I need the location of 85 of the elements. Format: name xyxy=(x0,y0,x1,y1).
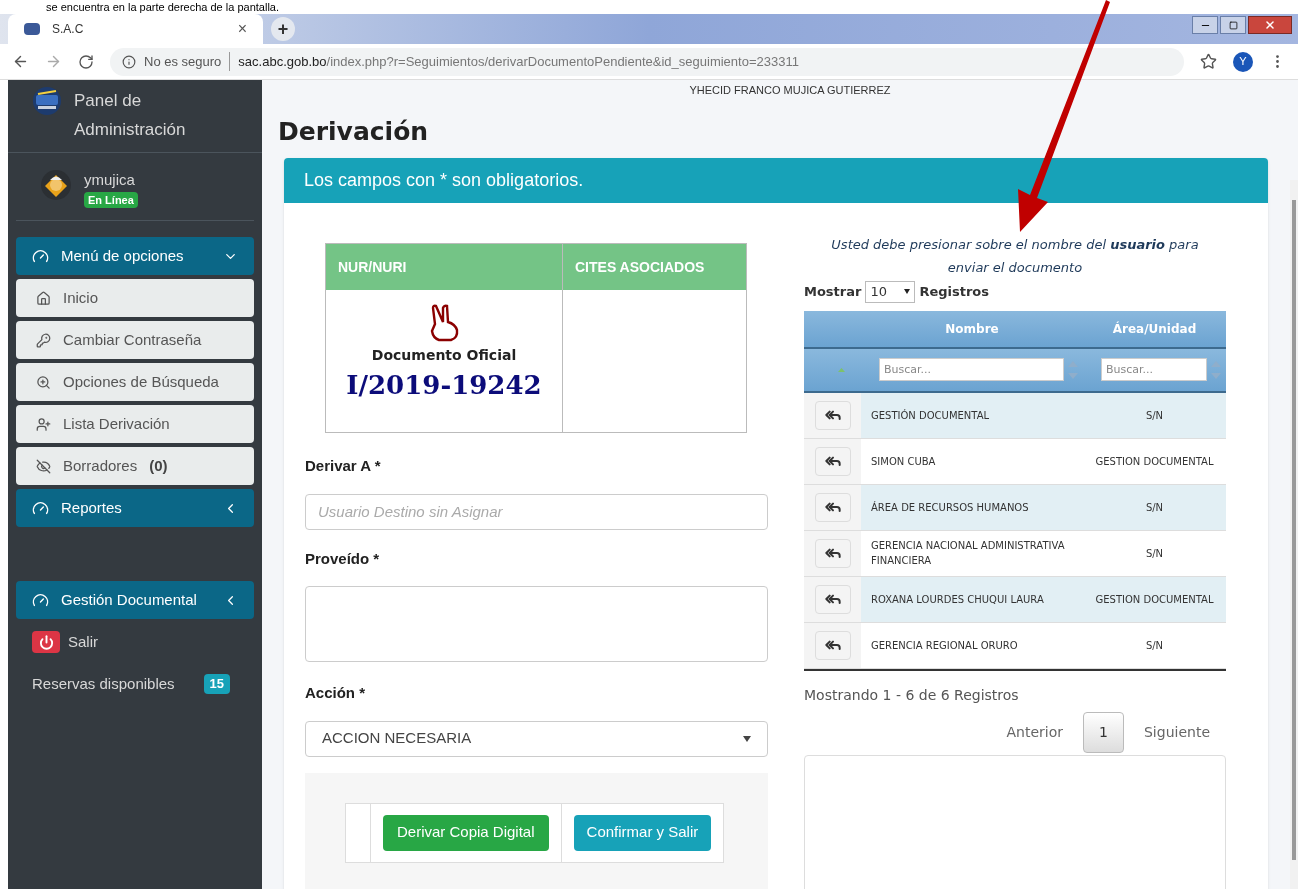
area-cell-text: S/N xyxy=(1144,638,1165,653)
pagination-button[interactable]: Siguiente xyxy=(1128,712,1226,752)
menu-item[interactable]: Lista Derivación xyxy=(16,405,254,443)
maximize-icon xyxy=(1228,20,1238,30)
field-label: Acción * xyxy=(305,683,366,703)
area-filter-field[interactable]: Buscar... xyxy=(1101,358,1207,381)
close-window-button[interactable] xyxy=(1248,16,1292,34)
area-cell-text: GESTION DOCUMENTAL xyxy=(1094,592,1215,607)
avatar-icon xyxy=(40,169,72,201)
name-cell[interactable]: GERENCIA REGIONAL ORURO xyxy=(861,637,1083,653)
new-tab-button[interactable]: + xyxy=(271,17,295,41)
reload-icon[interactable] xyxy=(78,53,94,70)
user-name: ymujica xyxy=(84,170,135,190)
caption-text: se encuentra en la parte derecha de la pantalla. xyxy=(46,0,279,14)
card-header: Los campos con * son obligatorios. xyxy=(284,158,1268,203)
close-icon xyxy=(1264,19,1276,31)
menu-header[interactable]: Menú de opciones xyxy=(16,237,254,275)
close-tab-button[interactable]: × xyxy=(237,17,247,41)
logo-icon xyxy=(32,86,62,116)
pagination-button[interactable]: Anterior xyxy=(990,712,1080,752)
select-user-button[interactable] xyxy=(814,538,851,568)
show-label: Mostrar xyxy=(804,283,862,301)
area-cell-text: S/N xyxy=(1144,408,1165,423)
eye-off-icon xyxy=(36,458,51,474)
menu-header[interactable]: Reportes xyxy=(16,489,254,527)
logout-link[interactable]: Salir xyxy=(16,623,254,661)
column-header: NUR/NURI xyxy=(326,244,562,290)
column-header: CITES ASOCIADOS xyxy=(563,244,746,290)
home-icon xyxy=(36,290,51,306)
star-icon[interactable] xyxy=(1200,53,1217,70)
field-label: Derivar A * xyxy=(305,456,382,476)
profile-avatar[interactable]: Y xyxy=(1233,51,1253,72)
maximize-button[interactable] xyxy=(1220,16,1246,34)
menu-header[interactable]: Gestión Documental xyxy=(16,581,254,619)
menu-item[interactable]: Cambiar Contraseña xyxy=(16,321,254,359)
area-cell-text: S/N xyxy=(1144,500,1165,515)
caret-icon xyxy=(904,289,911,295)
records-label: Registros xyxy=(919,283,990,301)
dashboard-icon xyxy=(32,591,49,609)
browser-tab[interactable]: S.A.C × xyxy=(8,14,263,44)
name-filter-field[interactable]: Buscar... xyxy=(879,358,1064,381)
minimize-button[interactable] xyxy=(1192,16,1218,34)
select-user-button[interactable] xyxy=(814,446,851,476)
name-cell[interactable]: ROXANA LOURDES CHUQUI LAURA xyxy=(861,591,1083,607)
area-cell-text: GESTION DOCUMENTAL xyxy=(1094,454,1215,469)
name-cell[interactable]: GESTIÓN DOCUMENTAL xyxy=(861,407,1083,423)
dashboard-icon xyxy=(32,499,49,517)
page-size-select[interactable]: 10 xyxy=(865,281,916,303)
select-user-button[interactable] xyxy=(814,400,851,430)
pagination-button[interactable]: 1 xyxy=(1083,711,1124,753)
caret-icon xyxy=(743,735,751,742)
reservations-label: Reservas disponibles xyxy=(32,673,175,694)
field-label: Proveído * xyxy=(305,548,381,569)
document-type: Documento Oficial xyxy=(371,346,517,365)
user-plus-icon xyxy=(36,416,51,432)
zoom-in-icon xyxy=(36,374,51,390)
menu-item[interactable]: Borradores (0) xyxy=(16,447,254,485)
key-icon xyxy=(36,332,51,348)
name-cell[interactable]: SIMON CUBA xyxy=(861,453,1083,469)
records-summary: Mostrando 1 - 6 de 6 Registros xyxy=(804,685,1020,705)
page-title: Derivación xyxy=(278,115,430,148)
power-icon xyxy=(32,631,60,653)
proveido-field[interactable] xyxy=(305,586,768,662)
scrollbar-thumb[interactable] xyxy=(1292,200,1296,860)
recipient-field[interactable]: Usuario Destino sin Asignar xyxy=(305,493,768,530)
brand-title: Panel de Administración xyxy=(74,90,187,141)
document-number: I/2019-19242 xyxy=(346,369,542,402)
instruction-text: Usted debe presionar sobre el nombre del usuario para enviar el documento xyxy=(830,236,1200,277)
status-badge: En Línea xyxy=(84,191,138,208)
favicon-icon xyxy=(24,23,40,35)
logged-user: YHECID FRANCO MUJICA GUTIERREZ xyxy=(689,83,891,98)
menu-item[interactable]: Inicio xyxy=(16,279,254,317)
action-select[interactable]: ACCION NECESARIA xyxy=(305,720,768,757)
name-cell[interactable]: GERENCIA NACIONAL ADMINISTRATIVA FINANCIERA xyxy=(861,538,1083,568)
dashboard-icon xyxy=(32,247,49,265)
address-bar[interactable]: No es seguro sac.abc.gob.bo/index.php?r=Seguimientos/derivarDocumentoPendiente&id_seguimiento=233311 xyxy=(110,47,1184,76)
select-user-button[interactable] xyxy=(814,630,851,660)
select-user-button[interactable] xyxy=(814,492,851,522)
menu-item[interactable]: Opciones de Búsqueda xyxy=(16,363,254,401)
name-cell[interactable]: ÁREA DE RECURSOS HUMANOS xyxy=(861,499,1083,515)
back-icon[interactable] xyxy=(12,53,29,70)
info-icon xyxy=(122,54,136,69)
select-user-button[interactable] xyxy=(814,584,851,614)
count-badge: 15 xyxy=(203,674,230,694)
area-cell-text: S/N xyxy=(1144,546,1165,561)
